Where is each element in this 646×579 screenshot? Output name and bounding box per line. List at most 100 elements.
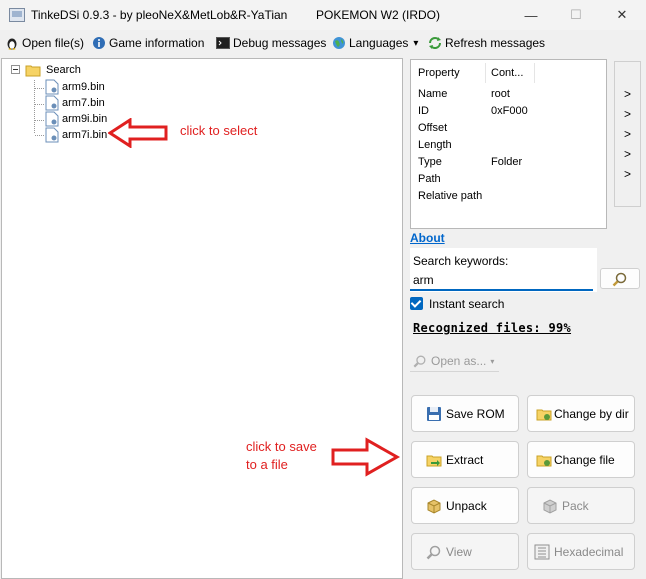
recognized-files-status: Recognized files: 99% bbox=[413, 321, 572, 335]
maximize-button[interactable]: ☐ bbox=[553, 0, 599, 30]
search-group: Search keywords: bbox=[410, 248, 597, 292]
search-icon bbox=[413, 355, 426, 368]
menu-languages[interactable]: Languages ▾ bbox=[332, 35, 418, 51]
menu-debug-messages[interactable]: Debug messages bbox=[216, 35, 326, 51]
instant-search-label[interactable]: Instant search bbox=[429, 297, 504, 311]
binary-file-icon bbox=[45, 127, 59, 143]
property-key: ID bbox=[418, 105, 429, 117]
view-label: View bbox=[446, 544, 472, 559]
property-value: root bbox=[491, 88, 510, 100]
property-value: Folder bbox=[491, 156, 523, 168]
tree-guide-line bbox=[35, 120, 44, 121]
property-row[interactable]: Relative path bbox=[411, 188, 606, 205]
expand-arrow-icon[interactable]: > bbox=[624, 147, 631, 161]
property-row[interactable]: Offset bbox=[411, 120, 606, 137]
search-input[interactable] bbox=[410, 271, 593, 291]
change-file-button[interactable]: Change file bbox=[527, 441, 635, 478]
tree-item-label: arm7i.bin bbox=[62, 129, 108, 141]
window-title: TinkeDSi 0.9.3 - by pleoNeX&MetLob&R-YaT… bbox=[31, 8, 288, 22]
column-header-content[interactable]: Cont... bbox=[491, 67, 523, 79]
expand-arrows-panel[interactable]: > > > > > bbox=[614, 61, 641, 207]
save-annotation-text-line2: to a file bbox=[246, 457, 288, 472]
search-icon bbox=[612, 272, 627, 286]
property-key: Name bbox=[418, 88, 448, 100]
extract-button[interactable]: Extract bbox=[411, 441, 519, 478]
tree-guide-line bbox=[35, 135, 44, 136]
property-row[interactable]: Length bbox=[411, 137, 606, 154]
folder-change-icon bbox=[536, 455, 552, 466]
tree-item-arm9i[interactable]: arm9i.bin bbox=[45, 111, 107, 127]
property-key: Length bbox=[418, 139, 452, 151]
property-key: Type bbox=[418, 156, 442, 168]
tree-item-arm7i[interactable]: arm7i.bin bbox=[45, 127, 107, 143]
view-button[interactable]: View bbox=[411, 533, 519, 570]
column-header-property[interactable]: Property bbox=[418, 67, 460, 79]
folder-extract-icon bbox=[426, 455, 442, 466]
tree-collapse-toggle[interactable] bbox=[11, 65, 20, 74]
tree-guide-line bbox=[35, 88, 44, 89]
about-link[interactable]: About bbox=[410, 231, 445, 245]
tree-item-label: arm9i.bin bbox=[62, 113, 108, 125]
menu-game-information-label: Game information bbox=[109, 36, 205, 50]
binary-file-icon bbox=[45, 79, 59, 95]
tree-item-search[interactable]: Search bbox=[25, 62, 81, 78]
menu-languages-label: Languages bbox=[349, 36, 409, 50]
binary-file-icon bbox=[45, 95, 59, 111]
property-row[interactable]: Path bbox=[411, 171, 606, 188]
binary-file-icon bbox=[45, 111, 59, 127]
hexadecimal-button[interactable]: Hexadecimal bbox=[527, 533, 635, 570]
menu-open-files[interactable]: Open file(s) bbox=[5, 35, 84, 51]
properties-header: Property Cont... bbox=[411, 60, 606, 86]
open-as-label: Open as... bbox=[431, 354, 487, 368]
hexadecimal-label: Hexadecimal bbox=[554, 544, 624, 559]
property-key: Path bbox=[418, 173, 441, 185]
chevron-down-icon: ▾ bbox=[490, 356, 495, 366]
change-by-dir-button[interactable]: Change by dir bbox=[527, 395, 635, 432]
save-rom-button[interactable]: Save ROM bbox=[411, 395, 519, 432]
info-icon bbox=[93, 37, 105, 49]
property-row[interactable]: Name root bbox=[411, 86, 606, 103]
menu-game-information[interactable]: Game information bbox=[92, 35, 204, 51]
minimize-button[interactable]: — bbox=[508, 0, 554, 30]
tree-item-label: Search bbox=[46, 64, 81, 76]
menu-refresh-messages[interactable]: Refresh messages bbox=[428, 35, 545, 51]
save-arrow-annotation bbox=[331, 437, 401, 477]
property-row[interactable]: Type Folder bbox=[411, 154, 606, 171]
close-button[interactable]: ✕ bbox=[599, 0, 645, 30]
instant-search-checkbox[interactable] bbox=[410, 297, 423, 310]
column-divider bbox=[485, 63, 486, 83]
expand-arrow-icon[interactable]: > bbox=[624, 167, 631, 181]
unpack-label: Unpack bbox=[446, 498, 487, 513]
menu-open-files-label: Open file(s) bbox=[22, 36, 85, 50]
app-icon bbox=[9, 8, 25, 22]
properties-list[interactable]: Property Cont... Name root ID 0xF000 Off… bbox=[410, 59, 607, 229]
folder-change-icon bbox=[536, 409, 552, 420]
save-annotation-text-line1: click to save bbox=[246, 439, 317, 454]
expand-arrow-icon[interactable]: > bbox=[624, 87, 631, 101]
expand-arrow-icon[interactable]: > bbox=[624, 107, 631, 121]
save-rom-label: Save ROM bbox=[446, 406, 505, 421]
search-button[interactable] bbox=[600, 268, 640, 289]
tree-item-label: arm9.bin bbox=[62, 81, 105, 93]
tree-item-arm9[interactable]: arm9.bin bbox=[45, 79, 105, 95]
tree-item-arm7[interactable]: arm7.bin bbox=[45, 95, 105, 111]
expand-arrow-icon[interactable]: > bbox=[624, 127, 631, 141]
property-row[interactable]: ID 0xF000 bbox=[411, 103, 606, 120]
search-label: Search keywords: bbox=[413, 254, 509, 268]
property-key: Offset bbox=[418, 122, 448, 134]
chevron-down-icon: ▾ bbox=[413, 37, 419, 49]
change-by-dir-label: Change by dir bbox=[554, 406, 629, 421]
floppy-disk-icon bbox=[427, 406, 441, 421]
property-value: 0xF000 bbox=[491, 105, 528, 117]
extract-label: Extract bbox=[446, 452, 484, 467]
unpack-button[interactable]: Unpack bbox=[411, 487, 519, 524]
pack-label: Pack bbox=[562, 498, 589, 513]
pack-button[interactable]: Pack bbox=[527, 487, 635, 524]
open-as-dropdown[interactable]: Open as... ▾ bbox=[410, 351, 499, 372]
tree-item-label: arm7.bin bbox=[62, 97, 105, 109]
hex-grid-icon bbox=[534, 544, 550, 559]
change-file-label: Change file bbox=[554, 452, 615, 467]
column-divider bbox=[534, 63, 535, 83]
property-key: Relative path bbox=[418, 190, 483, 202]
menu-bar: Open file(s) Game information Debug mess… bbox=[0, 31, 646, 55]
